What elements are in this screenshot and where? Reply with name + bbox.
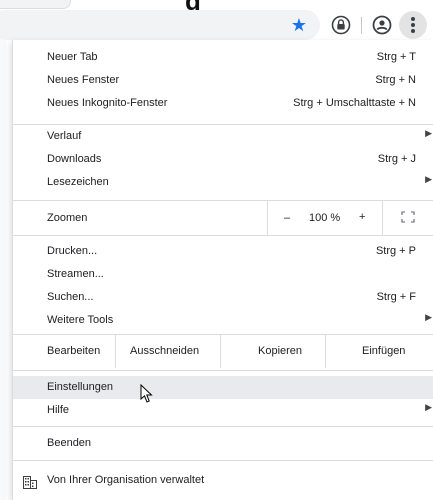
- address-bar[interactable]: [0, 10, 320, 40]
- menu-item-label: Bearbeiten: [47, 345, 101, 357]
- paste-button-label: Einfügen: [362, 345, 406, 357]
- chrome-main-menu: Neuer Tab Strg + T Neues Fenster Strg + …: [12, 40, 433, 500]
- menu-divider: [13, 460, 433, 461]
- menu-item-find[interactable]: Suchen... Strg + F: [13, 286, 433, 309]
- menu-item-shortcut: Strg + P: [375, 245, 416, 257]
- paste-button[interactable]: Einfügen: [326, 334, 433, 368]
- menu-item-history[interactable]: Verlauf ▶: [13, 125, 433, 148]
- submenu-arrow-icon: ▶: [425, 312, 432, 322]
- zoom-level: 100 %: [309, 212, 341, 224]
- menu-item-label: Neuer Tab: [47, 51, 98, 63]
- menu-divider: [13, 426, 433, 427]
- building-icon: [23, 476, 37, 489]
- extension-icon[interactable]: [331, 15, 351, 35]
- cut-button[interactable]: Ausschneiden: [116, 334, 220, 368]
- fullscreen-icon[interactable]: [401, 211, 415, 223]
- copy-button-label: Kopieren: [258, 345, 303, 357]
- menu-item-label: Streamen...: [47, 268, 104, 280]
- more-menu-icon[interactable]: [399, 11, 427, 39]
- menu-item-shortcut: Strg + T: [376, 51, 416, 63]
- toolbar-separator: [361, 17, 362, 34]
- browser-toolbar: g ★: [0, 0, 433, 40]
- profile-icon[interactable]: [372, 15, 392, 35]
- zoom-separator: [267, 201, 268, 235]
- menu-item-label: Weitere Tools: [47, 314, 114, 326]
- menu-item-cast[interactable]: Streamen...: [13, 263, 433, 286]
- zoom-out-button[interactable]: –: [284, 212, 290, 224]
- menu-item-label: Neues Fenster: [47, 74, 120, 86]
- copy-button[interactable]: Kopieren: [221, 334, 325, 368]
- menu-item-quit[interactable]: Beenden: [13, 432, 433, 455]
- menu-item-label: Neues Inkognito-Fenster: [47, 97, 168, 109]
- mouse-cursor-icon: [140, 384, 153, 403]
- menu-item-label: Von Ihrer Organisation verwaltet: [47, 474, 205, 486]
- menu-item-more-tools[interactable]: Weitere Tools ▶: [13, 309, 433, 332]
- menu-item-help[interactable]: Hilfe ▶: [13, 399, 433, 422]
- star-icon[interactable]: ★: [289, 15, 309, 35]
- menu-item-shortcut: Strg + Umschalttaste + N: [293, 97, 416, 109]
- menu-item-label: Beenden: [47, 437, 92, 449]
- menu-item-bookmarks[interactable]: Lesezeichen ▶: [13, 171, 433, 194]
- menu-item-label: Downloads: [47, 153, 102, 165]
- menu-item-label: Suchen...: [47, 291, 94, 303]
- menu-item-shortcut: Strg + N: [375, 74, 416, 86]
- menu-item-shortcut: Strg + J: [377, 153, 416, 165]
- zoom-separator: [382, 201, 383, 235]
- menu-item-label: Einstellungen: [47, 381, 114, 393]
- menu-item-print[interactable]: Drucken... Strg + P: [13, 240, 433, 263]
- menu-item-label: Hilfe: [47, 404, 70, 416]
- submenu-arrow-icon: ▶: [425, 402, 432, 412]
- menu-item-new-window[interactable]: Neues Fenster Strg + N: [13, 69, 433, 92]
- menu-item-new-tab[interactable]: Neuer Tab Strg + T: [13, 46, 433, 69]
- menu-item-downloads[interactable]: Downloads Strg + J: [13, 148, 433, 171]
- menu-item-label: Verlauf: [47, 130, 82, 142]
- cut-button-label: Ausschneiden: [130, 345, 200, 357]
- edit-label: Bearbeiten: [13, 334, 115, 368]
- page-edge: [0, 40, 6, 500]
- menu-item-new-incognito-window[interactable]: Neues Inkognito-Fenster Strg + Umschaltt…: [13, 92, 433, 115]
- menu-item-label: Lesezeichen: [47, 176, 109, 188]
- menu-divider: [13, 235, 433, 236]
- menu-item-managed-by-org[interactable]: Von Ihrer Organisation verwaltet: [13, 469, 433, 492]
- menu-item-settings[interactable]: Einstellungen: [13, 376, 433, 399]
- menu-item-shortcut: Strg + F: [376, 291, 416, 303]
- menu-item-label: Zoomen: [47, 212, 88, 224]
- menu-divider: [13, 370, 433, 371]
- menu-item-zoom: Zoomen – 100 % +: [13, 201, 433, 235]
- zoom-in-button[interactable]: +: [359, 211, 365, 223]
- tab-edge: [0, 0, 71, 9]
- menu-item-label: Drucken...: [47, 245, 98, 257]
- submenu-arrow-icon: ▶: [425, 128, 432, 138]
- submenu-arrow-icon: ▶: [425, 174, 432, 184]
- menu-edit-row: Bearbeiten Ausschneiden Kopieren Einfüge…: [13, 334, 433, 368]
